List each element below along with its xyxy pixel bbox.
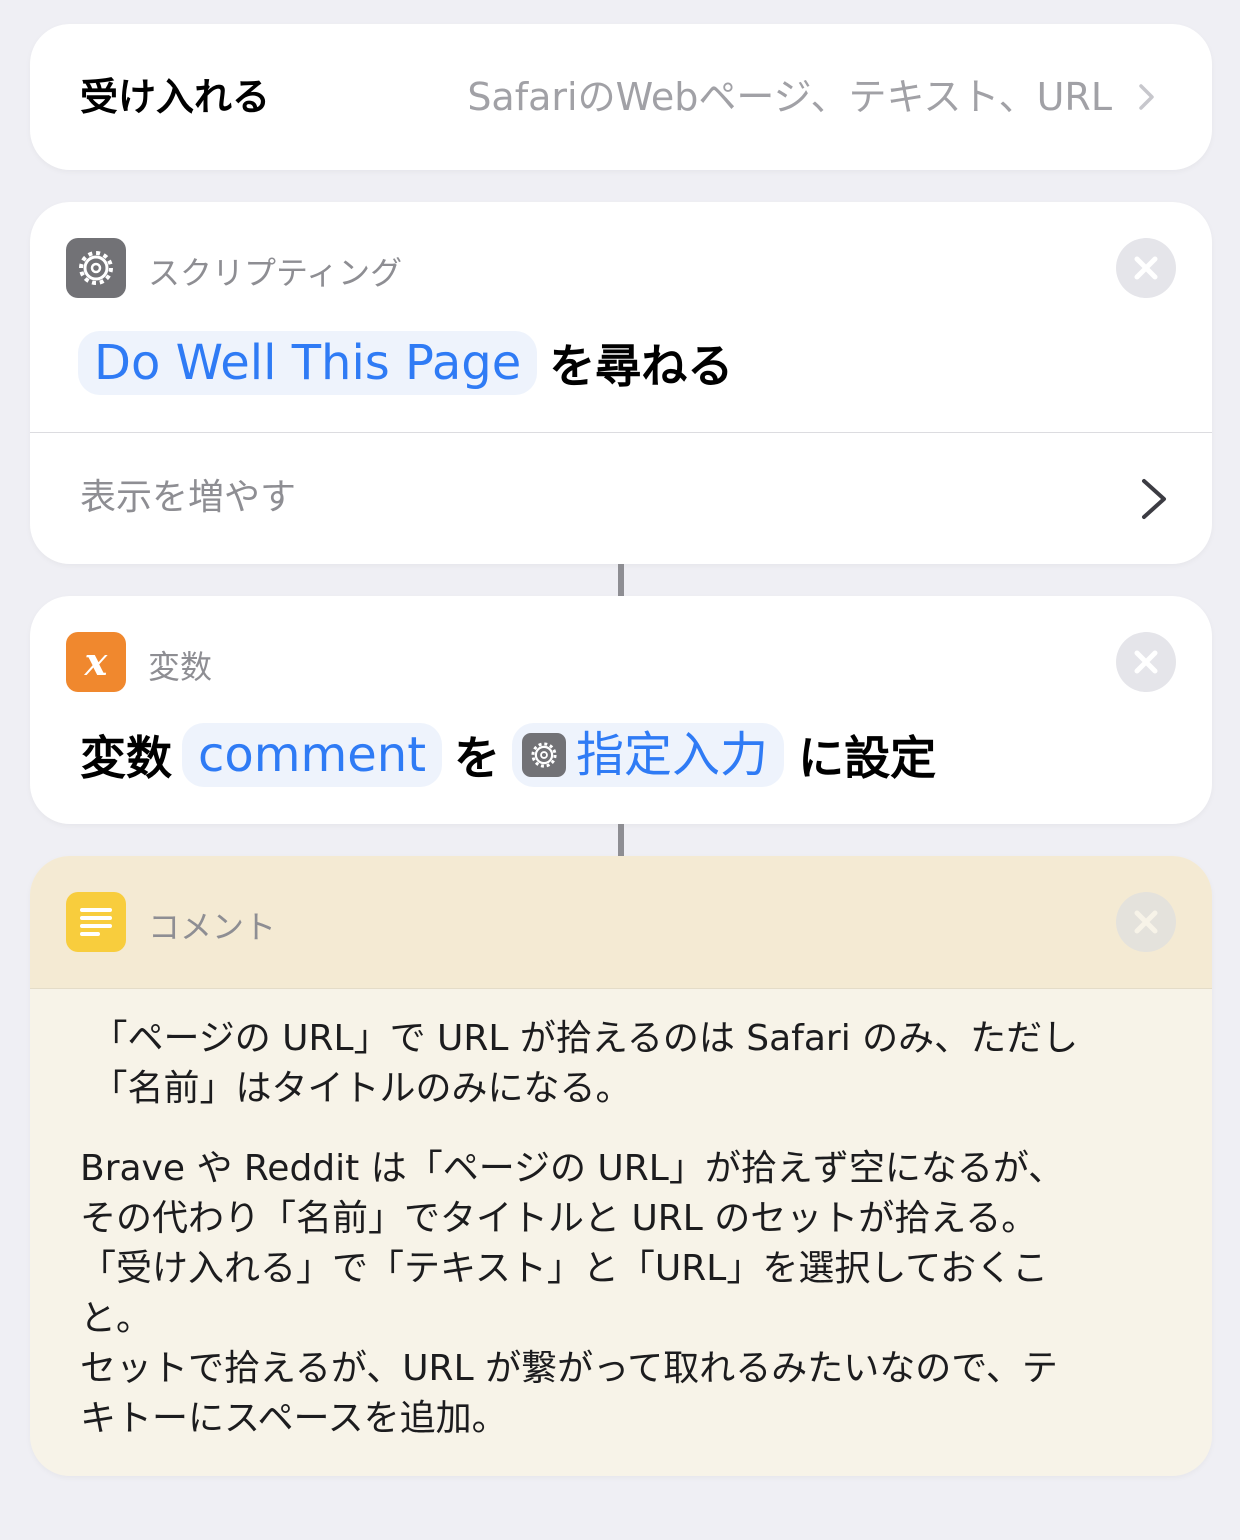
accepts-value: SafariのWebページ、テキスト、URL — [467, 75, 1112, 119]
ask-for-input-action[interactable]: スクリプティング Do Well This Page を尋ねる 表示を増やす — [30, 202, 1212, 564]
close-icon — [1134, 256, 1158, 280]
accepts-label: 受け入れる — [80, 75, 271, 119]
gear-icon — [522, 733, 567, 777]
comment-action[interactable]: コメント 「ページの URL」で URL が拾えるのは Safari のみ、ただ… — [30, 856, 1212, 1476]
variable-suffix: に設定 — [798, 731, 937, 785]
variable-name-token[interactable]: comment — [182, 723, 443, 787]
show-more-button[interactable]: 表示を増やす — [80, 432, 296, 564]
flow-connector — [618, 564, 624, 596]
action-category: 変数 — [148, 648, 213, 686]
question-token[interactable]: Do Well This Page — [78, 331, 538, 395]
comment-text[interactable]: 「ページの URL」で URL が拾えるのは Safari のみ、ただし 「名前… — [80, 1014, 1172, 1474]
remove-action-button[interactable] — [1116, 238, 1176, 298]
comment-paragraph: 「ページの URL」で URL が拾えるのは Safari のみ、ただし 「名前… — [91, 1018, 1079, 1109]
chevron-right-icon — [1142, 479, 1166, 519]
chevron-right-icon — [1139, 84, 1154, 110]
question-suffix: を尋ねる — [549, 339, 734, 393]
action-category: スクリプティング — [148, 254, 403, 292]
text-lines-icon — [66, 892, 126, 952]
variable-x-icon: x — [66, 632, 126, 692]
comment-paragraph: Brave や Reddit は「ページの URL」が拾えず空になるが、 その代… — [80, 1148, 1065, 1439]
close-icon — [1134, 910, 1158, 934]
remove-action-button[interactable] — [1116, 632, 1176, 692]
divider — [30, 988, 1212, 989]
action-category: コメント — [148, 908, 277, 946]
provided-input-label: 指定入力 — [576, 727, 769, 783]
accepts-row[interactable]: 受け入れる SafariのWebページ、テキスト、URL — [30, 24, 1212, 170]
provided-input-token[interactable]: 指定入力 — [512, 723, 785, 787]
remove-action-button[interactable] — [1116, 892, 1176, 952]
gear-icon — [66, 238, 126, 298]
flow-connector — [618, 824, 624, 856]
variable-prefix: 変数 — [80, 731, 172, 785]
close-icon — [1134, 650, 1158, 674]
variable-middle: を — [454, 731, 501, 785]
set-variable-action[interactable]: x 変数 変数 comment を 指定入力 に設定 — [30, 596, 1212, 824]
